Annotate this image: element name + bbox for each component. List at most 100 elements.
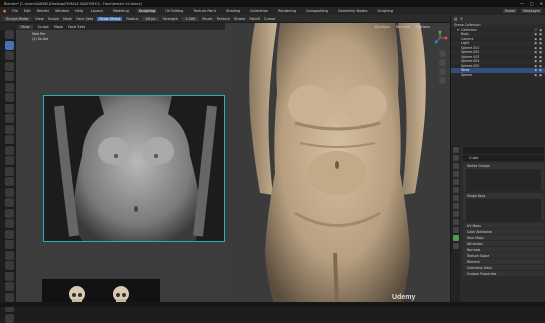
eye-icon[interactable]: ◉ (534, 50, 537, 54)
collapse-icon[interactable] (457, 28, 459, 31)
zoom-icon[interactable] (439, 50, 446, 57)
outliner-row-sphere[interactable]: Sphere ◉ ▣ (451, 73, 545, 78)
data-tab-icon[interactable] (452, 235, 459, 241)
camera-icon[interactable]: ▣ (539, 50, 542, 54)
camera-icon[interactable]: ▣ (539, 41, 542, 45)
tool-tab-icon[interactable] (452, 147, 459, 153)
thumb-brush-icon[interactable] (4, 219, 14, 228)
fill-brush-icon[interactable] (4, 145, 14, 155)
eye-icon[interactable]: ◉ (534, 59, 537, 63)
scene-selector[interactable]: Scene (502, 9, 517, 13)
mesh-name-field[interactable]: Cube (463, 155, 544, 161)
eye-icon[interactable]: ◉ (539, 28, 542, 32)
shape-keys-list[interactable] (466, 199, 541, 221)
tab-animation[interactable]: Animation (248, 9, 270, 13)
menu-face-sets[interactable]: Face Sets (76, 17, 93, 21)
eye-icon[interactable]: ◉ (534, 32, 537, 36)
brush-dropdown[interactable]: Brush (202, 17, 212, 21)
snake-hook-brush-icon[interactable] (4, 208, 14, 218)
pan-hand-icon[interactable] (439, 59, 446, 66)
camera-icon[interactable]: ▣ (539, 64, 542, 68)
smooth-brush-icon[interactable] (4, 124, 14, 134)
main-viewport[interactable] (225, 23, 450, 307)
grid-icon[interactable] (439, 77, 446, 84)
eye-icon[interactable]: ◉ (534, 64, 537, 68)
simplify-brush-icon[interactable] (4, 292, 14, 302)
mode-selector[interactable]: Sculpt Mode (3, 16, 32, 21)
texture-dropdown[interactable]: Texture (217, 17, 230, 21)
menu-edit[interactable]: Edit (24, 9, 31, 13)
tab-layout[interactable]: Layout (89, 9, 105, 13)
eye-icon[interactable]: ◉ (534, 73, 537, 77)
render-tab-icon[interactable] (452, 155, 459, 161)
flatten-brush-icon[interactable] (4, 135, 14, 144)
rotate-brush-icon[interactable] (4, 250, 14, 260)
tab-sculpting[interactable]: Sculpting (136, 9, 158, 13)
multiplane-scrape-brush-icon[interactable] (4, 166, 14, 176)
menu-render[interactable]: Render (37, 9, 49, 13)
left-view-menu[interactable]: View (18, 24, 33, 29)
clay-brush-icon[interactable] (4, 51, 14, 60)
tab-geometry-nodes[interactable]: Geometry Nodes (336, 9, 370, 13)
camera-icon[interactable]: ▣ (539, 37, 542, 41)
world-tab-icon[interactable] (452, 187, 459, 193)
crease-brush-icon[interactable] (4, 114, 14, 123)
scrape-brush-icon[interactable] (4, 156, 14, 165)
options-menu[interactable]: Options (416, 25, 430, 29)
tab-uv-editing[interactable]: UV Editing (163, 9, 185, 13)
menu-sculpt[interactable]: Sculpt (48, 17, 59, 21)
pose-brush-icon[interactable] (4, 229, 14, 239)
elastic-deform-brush-icon[interactable] (4, 198, 14, 207)
draw-brush-icon[interactable] (4, 30, 14, 39)
camera-icon[interactable]: ▣ (539, 68, 542, 72)
normals-panel[interactable]: Normals (463, 247, 544, 252)
tab-scripting[interactable]: Scripting (375, 9, 395, 13)
clay-thumb-brush-icon[interactable] (4, 72, 14, 81)
menu-window[interactable]: Window (55, 9, 69, 13)
slide-relax-brush-icon[interactable] (4, 261, 14, 270)
particles-tab-icon[interactable] (452, 211, 459, 217)
material-tab-icon[interactable] (452, 243, 459, 249)
camera-icon[interactable]: ▣ (539, 59, 542, 63)
outliner-display-icon[interactable]: ▤ (454, 17, 457, 21)
custom-properties-panel[interactable]: Custom Properties (463, 271, 544, 276)
eye-icon[interactable]: ◉ (534, 37, 537, 41)
tab-compositing[interactable]: Compositing (304, 9, 330, 13)
camera-icon[interactable]: ▣ (539, 46, 542, 50)
eye-icon[interactable]: ◉ (534, 55, 537, 59)
camera-view-icon[interactable] (439, 68, 446, 75)
texture-space-panel[interactable]: Texture Space (463, 253, 544, 258)
grab-brush-icon[interactable] (4, 187, 14, 197)
tab-modeling[interactable]: Modeling (111, 9, 131, 13)
inflate-brush-icon[interactable] (4, 93, 14, 102)
draw-sharp-brush-icon[interactable] (4, 40, 14, 50)
maximize-button[interactable]: ▢ (530, 1, 534, 6)
pinch-brush-icon[interactable] (4, 177, 14, 186)
camera-icon[interactable]: ▣ (539, 73, 542, 77)
remesh-panel[interactable]: Remesh (463, 259, 544, 264)
tab-rendering[interactable]: Rendering (276, 9, 298, 13)
color-attributes-panel[interactable]: Color Attributes (463, 229, 544, 234)
object-tab-icon[interactable] (452, 195, 459, 201)
left-mask-menu[interactable]: Mask (54, 25, 63, 29)
stroke-dropdown[interactable]: Stroke (234, 17, 245, 21)
tab-shading[interactable]: Shading (224, 9, 242, 13)
cursor-dropdown[interactable]: Cursor (264, 17, 276, 21)
vertex-groups-header[interactable]: Vertex Groups (463, 163, 544, 168)
layer-brush-icon[interactable] (4, 82, 14, 92)
left-sculpt-menu[interactable]: Sculpt (38, 25, 49, 29)
boundary-brush-icon[interactable] (4, 271, 14, 281)
view-layer-tab-icon[interactable] (452, 171, 459, 177)
physics-tab-icon[interactable] (452, 219, 459, 225)
face-maps-panel[interactable]: Face Maps (463, 235, 544, 240)
blender-logo-icon[interactable]: ● (3, 9, 6, 13)
eye-icon[interactable]: ◉ (534, 68, 537, 72)
strength-field[interactable]: 1.000 (182, 16, 199, 21)
camera-icon[interactable]: ▣ (539, 32, 542, 36)
menu-mask[interactable]: Mask (63, 17, 72, 21)
left-face-sets-menu[interactable]: Face Sets (68, 25, 85, 29)
remesh-menu[interactable]: Remesh (396, 25, 410, 29)
close-button[interactable]: ✕ (540, 1, 543, 6)
dyntopo-menu[interactable]: Dyntopo (374, 25, 389, 29)
output-tab-icon[interactable] (452, 163, 459, 169)
